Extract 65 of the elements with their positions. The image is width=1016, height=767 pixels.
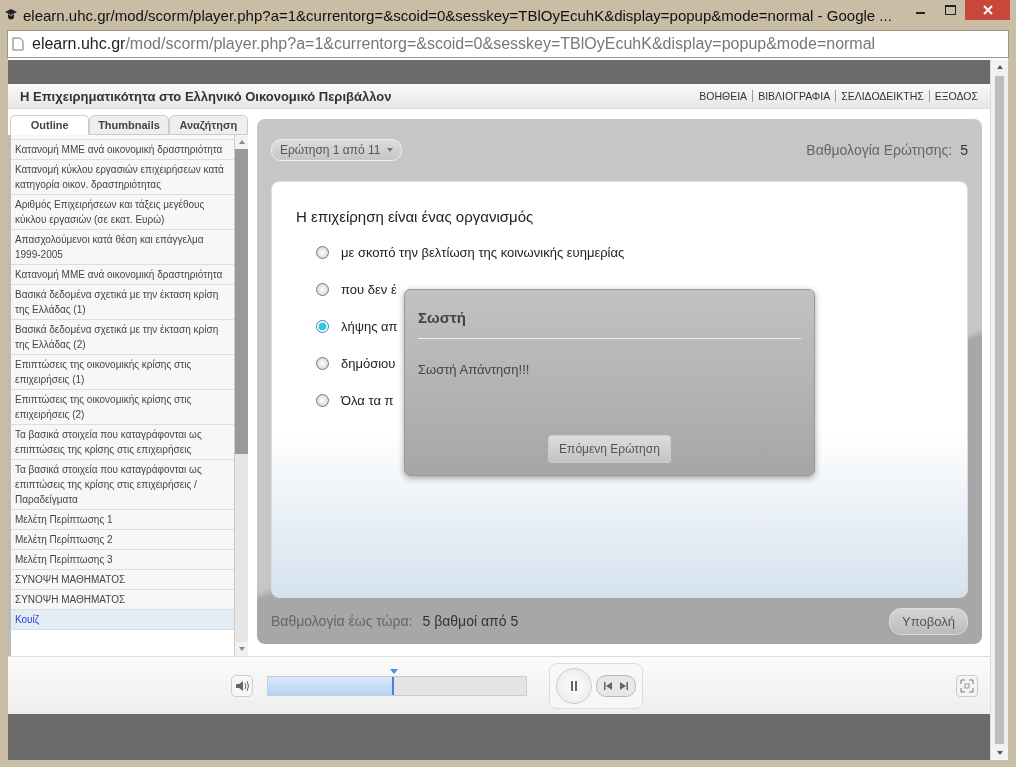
outline-item[interactable]: Μελέτη Περίπτωσης 2 (11, 530, 234, 550)
outline-item[interactable]: Κατανομή κύκλου εργασιών επιχειρήσεων κατά κατηγορία οικον. δραστηριότητας (11, 160, 234, 195)
up-arrow-icon[interactable] (996, 65, 1003, 69)
close-icon (982, 5, 993, 15)
question-dropdown[interactable]: Ερώτηση 1 από 11 (271, 139, 402, 161)
option-label[interactable]: λήψης απ (341, 319, 398, 334)
outline-item[interactable]: Αριθμός Επιχειρήσεων και τάξεις μεγέθους κύκλου εργασιών (σε εκατ. Ευρώ) (11, 195, 234, 230)
page-icon (12, 37, 24, 51)
outline-item[interactable]: Βασικά δεδομένα σχετικά με την έκταση κρίση της Ελλάδας (2) (11, 320, 234, 355)
outline-item[interactable]: Κατανομή ΜΜΕ ανά οικονομική δραστηριότητα (11, 265, 234, 285)
window-title: elearn.uhc.gr/mod/scorm/player.php?a=1&currentorg=&scoid=0&sesskey=TBlOyEcuhK&display=popup&mode=normal - Google ... (23, 6, 892, 24)
next-question-button[interactable]: Επόμενη Ερώτηση (548, 435, 671, 463)
speaker-icon (235, 679, 249, 692)
graduate-icon (5, 8, 17, 22)
outline-item[interactable]: Επιπτώσεις της οικονομικής κρίσης στις επιχειρήσεις (1) (11, 355, 234, 390)
outline-item[interactable]: Κατανομή ΜΜΕ ανά οικονομική δραστηριότητα (11, 140, 234, 160)
outline-item[interactable]: Μελέτη Περίπτωσης 1 (11, 510, 234, 530)
outline-item[interactable]: Τα βασικά στοιχεία που καταγράφονται ως επιπτώσεις της κρίσης στις επιχειρήσεις /Παραδείγματα (11, 460, 234, 510)
option-label[interactable]: που δεν έ (341, 282, 397, 297)
outline-item[interactable]: Επιπτώσεις της οικονομικής κρίσης στις επιχειρήσεις (2) (11, 390, 234, 425)
pause-button[interactable] (556, 667, 592, 704)
option-label[interactable]: δημόσιου (341, 356, 396, 371)
submit-button[interactable]: Υποβολή (889, 607, 968, 635)
page-scrollbar[interactable] (990, 60, 1008, 760)
outline-item[interactable]: Κουίζ (11, 610, 234, 630)
total-value: 5 βαθμοί από 5 (422, 613, 519, 629)
fullscreen-icon (960, 678, 974, 693)
outline-item[interactable]: Τα βασικά στοιχεία που καταγράφονται ως επιπτώσεις της κρίσης στις επιχειρήσεις (11, 425, 234, 460)
nav-link[interactable]: ΕΞΟΔΟΣ (928, 90, 978, 102)
outline-item[interactable]: Μελέτη Περίπτωσης 3 (11, 550, 234, 570)
question-text: Η επιχείρηση είναι ένας οργανισμός (296, 208, 535, 225)
option-label[interactable]: Όλα τα π (341, 393, 394, 408)
score-value: 5 (960, 142, 968, 158)
step-forward-icon (620, 681, 628, 690)
scrollbar[interactable] (234, 135, 248, 656)
radio-button[interactable] (316, 246, 329, 259)
dialog-message: Σωστή Απάντηση!!! (418, 362, 531, 377)
step-back-icon (604, 681, 612, 690)
outline-item[interactable]: Απασχολούμενοι κατά θέση και επάγγελμα 1999-2005 (11, 230, 234, 265)
down-arrow-icon[interactable] (238, 647, 245, 651)
caret-icon (386, 148, 393, 152)
sidebar-tab[interactable]: Αναζήτηση (168, 115, 248, 135)
course-title: Η Επιχειρηματικότητα στο Ελληνικό Οικονομικό Περιβάλλον (20, 88, 392, 104)
down-arrow-icon[interactable] (996, 751, 1003, 755)
outline-item[interactable]: ΣΥΝΟΨΗ ΜΑΘΗΜΑΤΟΣ (11, 570, 234, 590)
radio-button[interactable] (316, 320, 329, 333)
radio-button[interactable] (316, 357, 329, 370)
option-label[interactable]: με σκοπό την βελτίωση της κοινωνικής ευημερίας (341, 245, 625, 260)
sidebar-tab[interactable]: Thumbnails (89, 115, 169, 135)
radio-button[interactable] (316, 283, 329, 296)
up-arrow-icon[interactable] (238, 140, 245, 144)
score-label: Βαθμολογία Ερώτησης: (806, 142, 953, 158)
nav-link[interactable]: ΒΙΒΛΙΟΓΡΑΦΙΑ (752, 90, 831, 102)
dialog-title: Σωστή (418, 309, 467, 326)
radio-button[interactable] (316, 394, 329, 407)
volume-button[interactable] (231, 674, 253, 697)
close-button[interactable] (965, 0, 1010, 20)
nav-link[interactable]: ΣΕΛΙΔΟΔΕΙΚΤΗΣ (835, 90, 924, 102)
total-label: Βαθμολογία έως τώρα: (271, 613, 413, 629)
address-bar[interactable]: elearn.uhc.gr/mod/scorm/player.php?a=1&currentorg=&scoid=0&sesskey=TBlOyEcuhK&display=popup&mode=normal (7, 30, 1009, 58)
outline-item[interactable]: ΣΥΝΟΨΗ ΜΑΘΗΜΑΤΟΣ (11, 590, 234, 610)
pause-icon (570, 680, 578, 691)
nav-link[interactable]: ΒΟΗΘΕΙΑ (699, 90, 748, 102)
outline-item[interactable]: Βασικά δεδομένα σχετικά με την έκταση κρίση της Ελλάδας (1) (11, 285, 234, 320)
sidebar-tab[interactable]: Outline (10, 115, 90, 135)
